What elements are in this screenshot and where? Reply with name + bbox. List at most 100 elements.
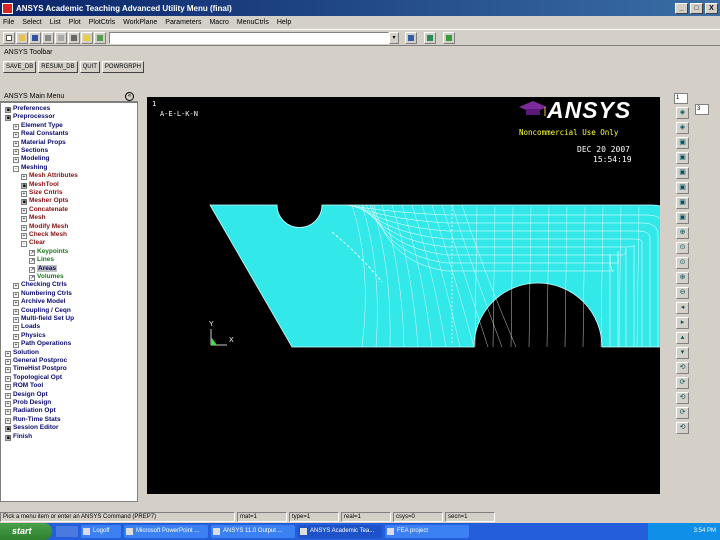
front-view-button[interactable]: ▣ <box>676 137 689 149</box>
win-zoom-button[interactable]: ⊙ <box>676 257 689 269</box>
menu-plot[interactable]: Plot <box>69 19 81 26</box>
main-menu-item[interactable]: ▣ MeshTool <box>21 181 59 190</box>
menu-list[interactable]: List <box>50 19 61 26</box>
pan-up-button[interactable]: ▴ <box>676 332 689 344</box>
main-menu-item[interactable]: ↗ Areas <box>29 264 58 274</box>
task-fea-project[interactable]: FEA project <box>385 525 469 538</box>
main-menu-item[interactable]: ▣ Mesher Opts <box>21 197 68 206</box>
main-menu-item[interactable]: + Path Operations <box>13 340 71 349</box>
rotate-x-neg-button[interactable]: ⟳ <box>676 377 689 389</box>
main-menu-item[interactable]: + Sections <box>13 147 48 156</box>
menu-parameters[interactable]: Parameters <box>165 19 201 26</box>
main-menu-item[interactable]: + General Postproc <box>5 357 67 366</box>
report-button[interactable] <box>55 31 67 44</box>
main-menu-item[interactable]: ▣ Finish <box>5 433 32 442</box>
collapse-icon[interactable]: « <box>125 92 134 101</box>
main-menu-item[interactable]: + Multi-field Set Up <box>13 315 74 324</box>
pan-zoom-button[interactable] <box>405 31 417 44</box>
main-menu-item[interactable]: + Loads <box>13 323 40 332</box>
right-view-button[interactable]: ▣ <box>676 197 689 209</box>
main-menu-item[interactable]: + ROM Tool <box>5 382 43 391</box>
main-menu-item[interactable]: + Topological Opt <box>5 374 62 383</box>
help-button[interactable] <box>81 31 93 44</box>
main-menu-item[interactable]: + Archive Model <box>13 298 65 307</box>
main-menu-item[interactable]: ▣ Session Editor <box>5 424 59 433</box>
main-menu-item[interactable]: + Physics <box>13 332 46 341</box>
view-select[interactable]: 3 <box>695 104 709 115</box>
menu-plotctrls[interactable]: PlotCtrls <box>89 19 115 26</box>
menu-workplane[interactable]: WorkPlane <box>123 19 157 26</box>
main-menu-item[interactable]: ▣ Preprocessor <box>5 113 55 122</box>
rotate-y-neg-button[interactable]: ⟳ <box>676 407 689 419</box>
back-view-button[interactable]: ▣ <box>676 152 689 164</box>
main-menu-item[interactable]: + TimeHist Postpro <box>5 365 67 374</box>
main-menu-item[interactable]: + Concatenate <box>21 206 68 215</box>
contact-button[interactable] <box>94 31 106 44</box>
main-menu-item[interactable]: + Run-Time Stats <box>5 416 61 425</box>
maximize-button[interactable]: □ <box>690 2 703 14</box>
new-button[interactable] <box>3 31 15 44</box>
main-menu-item[interactable]: + Modify Mesh <box>21 223 68 232</box>
main-menu-item[interactable]: + Real Constants <box>13 130 68 139</box>
save-db-button[interactable]: SAVE_DB <box>3 61 37 73</box>
main-menu-item[interactable]: + Material Props <box>13 139 66 148</box>
main-menu-item[interactable]: + Coupling / Ceqn <box>13 307 71 316</box>
box-zoom-button[interactable]: ⊙ <box>676 242 689 254</box>
task-powerpoint[interactable]: Microsoft PowerPoint ... <box>124 525 208 538</box>
top-view-button[interactable]: ▣ <box>676 167 689 179</box>
resume-db-button[interactable]: RESUM_DB <box>38 61 78 73</box>
main-menu-item[interactable]: - Clear <box>21 239 45 248</box>
task-ansys-output[interactable]: ANSYS 11.0 Output ... <box>211 525 295 538</box>
pan-right-button[interactable]: ▸ <box>676 317 689 329</box>
print-button[interactable] <box>42 31 54 44</box>
command-history-dropdown[interactable]: ▾ <box>389 31 399 44</box>
task-ansys-academic[interactable]: ANSYS Academic Tea... <box>298 525 382 538</box>
pan-left-button[interactable]: ◂ <box>676 302 689 314</box>
rotate-x-button[interactable]: ⟲ <box>676 362 689 374</box>
quit-button[interactable]: QUIT <box>79 61 100 73</box>
main-menu-item[interactable]: + Modeling <box>13 155 50 164</box>
main-menu-item[interactable]: ↗ Volumes <box>29 273 64 282</box>
main-menu-item[interactable]: + Design Opt <box>5 391 48 400</box>
main-menu-item[interactable]: + Element Type <box>13 122 63 131</box>
powrgrph-button[interactable]: POWRGRPH <box>101 61 144 73</box>
main-menu-item[interactable]: + Prob Design <box>5 399 51 408</box>
main-menu-item[interactable]: ↗ Lines <box>29 256 54 265</box>
window-select[interactable]: 1 <box>674 93 688 104</box>
menu-macro[interactable]: Macro <box>209 19 228 26</box>
main-menu-item[interactable]: + Mesh Attributes <box>21 172 78 181</box>
minimize-button[interactable]: _ <box>675 2 688 14</box>
zoom-button[interactable]: ⊕ <box>676 227 689 239</box>
menu-select[interactable]: Select <box>22 19 41 26</box>
bottom-view-button[interactable]: ▣ <box>676 182 689 194</box>
main-menu-item[interactable]: + Checking Ctrls <box>13 281 67 290</box>
oblique-view-button[interactable]: ◈ <box>676 122 689 134</box>
raise-hidden-button[interactable] <box>424 31 436 44</box>
main-menu-item[interactable]: + Numbering Ctrls <box>13 290 72 299</box>
left-view-button[interactable]: ▣ <box>676 212 689 224</box>
close-button[interactable]: X <box>705 2 718 14</box>
image-capture-button[interactable] <box>68 31 80 44</box>
main-menu-item[interactable]: + Check Mesh <box>21 231 67 240</box>
main-menu-item[interactable]: ▣ Preferences <box>5 105 50 114</box>
menu-menuctrls[interactable]: MenuCtrls <box>237 19 269 26</box>
command-input[interactable] <box>109 31 389 44</box>
pan-down-button[interactable]: ▾ <box>676 347 689 359</box>
menu-help[interactable]: Help <box>277 19 291 26</box>
main-menu-item[interactable]: + Mesh <box>21 214 46 223</box>
zoom-out-button[interactable]: ⊖ <box>676 287 689 299</box>
menu-file[interactable]: File <box>3 19 14 26</box>
task-logoff[interactable]: Logoff <box>81 525 121 538</box>
zoom-in-button[interactable]: ⊕ <box>676 272 689 284</box>
rotate-z-button[interactable]: ⟲ <box>676 422 689 434</box>
main-menu-item[interactable]: + Solution <box>5 349 39 358</box>
start-button[interactable]: start <box>0 523 52 540</box>
graphics-window[interactable]: 1 A-E-L-K-N ANSYS Noncommercial Use Only… <box>147 97 660 494</box>
save-button[interactable] <box>29 31 41 44</box>
open-button[interactable] <box>16 31 28 44</box>
isometric-view-button[interactable]: ◈ <box>676 107 689 119</box>
rotate-y-button[interactable]: ⟲ <box>676 392 689 404</box>
main-menu-item[interactable]: - Meshing <box>13 164 47 173</box>
main-menu-item[interactable]: ↗ Keypoints <box>29 248 68 257</box>
main-menu-item[interactable]: + Size Cntrls <box>21 189 63 198</box>
